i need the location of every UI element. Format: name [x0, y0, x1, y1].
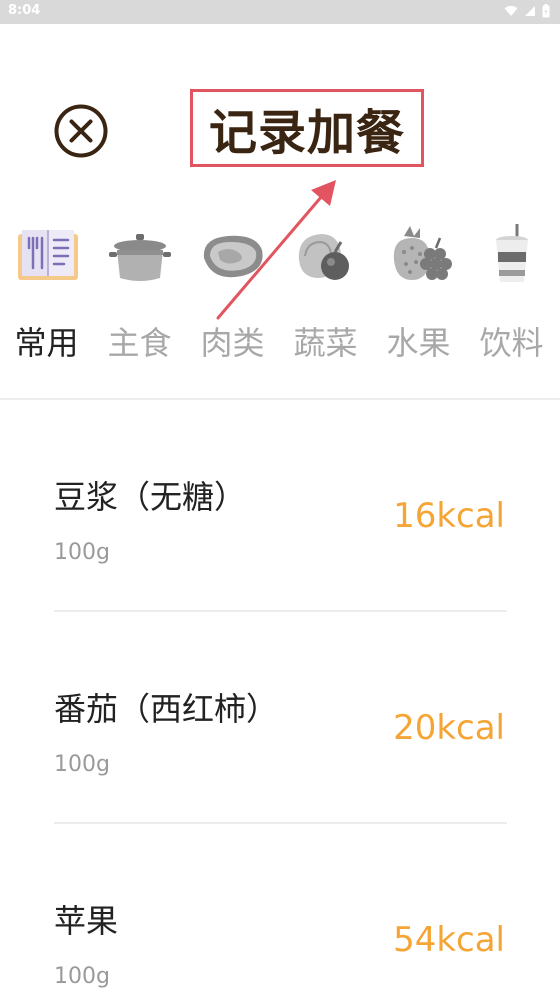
food-kcal: 20kcal: [393, 708, 505, 748]
list-item[interactable]: 豆浆（无糖） 100g 16kcal: [0, 400, 560, 612]
signal-icon: [525, 6, 535, 16]
category-label: 水果: [386, 324, 451, 362]
category-label: 常用: [14, 324, 79, 362]
food-kcal: 54kcal: [393, 920, 505, 960]
page-title: 记录加餐: [208, 105, 405, 161]
list-item[interactable]: 番茄（西红柿） 100g 20kcal: [0, 612, 560, 824]
tab-yinliao[interactable]: 饮料: [465, 214, 558, 364]
tab-roulei[interactable]: 肉类: [186, 214, 279, 364]
list-item[interactable]: 苹果 100g 54kcal: [0, 824, 560, 996]
title-highlight-box: 记录加餐: [190, 89, 424, 167]
tab-changyong[interactable]: 常用: [0, 214, 93, 364]
status-icons: [504, 4, 550, 18]
battery-icon: [542, 4, 550, 18]
food-amount: 100g: [54, 752, 110, 777]
category-label: 饮料: [479, 324, 544, 362]
category-label: 主食: [107, 324, 172, 362]
drink-cup-icon: [495, 224, 528, 282]
tab-zhushi[interactable]: 主食: [93, 214, 186, 364]
wifi-icon: [504, 5, 518, 16]
food-name: 苹果: [54, 902, 119, 940]
tab-shuiguo[interactable]: 水果: [372, 214, 465, 364]
category-label: 肉类: [200, 324, 265, 362]
category-label: 蔬菜: [293, 324, 358, 362]
meat-icon: [203, 235, 263, 278]
menu-book-icon: [17, 230, 78, 280]
cooking-pot-icon: [108, 234, 171, 281]
food-amount: 100g: [54, 540, 110, 565]
status-time: 8:04: [8, 3, 41, 18]
fruit-icon: [393, 226, 452, 280]
food-amount: 100g: [54, 964, 110, 989]
close-button[interactable]: [54, 104, 108, 158]
close-circle-icon: [54, 104, 108, 158]
food-name: 番茄（西红柿）: [54, 690, 279, 728]
category-tabs: 常用 主食 肉类 蔬菜 水果 饮料: [0, 214, 560, 364]
food-name: 豆浆（无糖）: [54, 478, 247, 516]
status-bar: 8:04: [0, 0, 560, 24]
food-kcal: 16kcal: [393, 496, 505, 536]
tab-shucai[interactable]: 蔬菜: [279, 214, 372, 364]
vegetables-icon: [298, 234, 349, 280]
